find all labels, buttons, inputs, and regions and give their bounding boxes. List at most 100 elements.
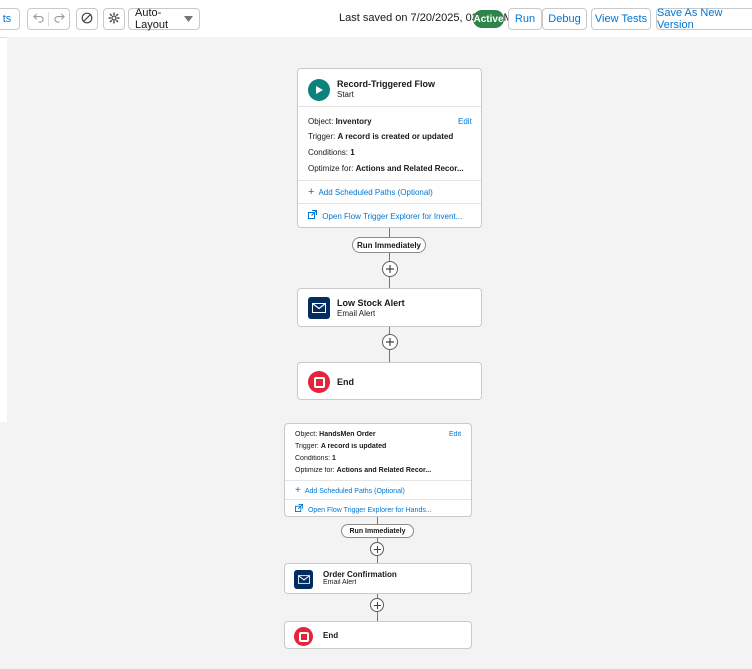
divider [298, 106, 481, 107]
connector-line [389, 327, 390, 334]
connector-line [389, 253, 390, 261]
canvas-edge [0, 420, 7, 422]
email-alert-card[interactable]: Order Confirmation Email Alert [284, 563, 472, 594]
settings-button[interactable] [103, 8, 125, 30]
start-title: Record-Triggered Flow [337, 79, 436, 89]
add-scheduled-paths-link[interactable]: + Add Scheduled Paths (Optional) [295, 485, 405, 496]
layout-select-value: Auto-Layout [135, 7, 169, 31]
alert-title: Low Stock Alert [337, 298, 405, 308]
save-as-new-version-label: Save As New Version [657, 7, 723, 31]
object-label: Object: [295, 431, 318, 438]
conditions-row: Conditions: 1 [308, 148, 355, 157]
add-element-button[interactable] [370, 542, 384, 556]
conditions-row: Conditions: 1 [295, 455, 336, 462]
redo-icon[interactable] [49, 12, 69, 26]
optimize-row: Optimize for: Actions and Related Recor.… [308, 164, 478, 173]
trigger-row: Trigger: A record is created or updated [308, 132, 453, 141]
end-label: End [337, 377, 354, 387]
cancel-button[interactable] [76, 8, 98, 30]
play-icon [308, 79, 330, 101]
object-value: Inventory [335, 117, 372, 126]
conditions-label: Conditions: [295, 455, 331, 462]
plus-icon [373, 601, 381, 609]
alert-title: Order Confirmation [323, 570, 397, 579]
connector-line [389, 277, 390, 288]
run-immediately-label: Run Immediately [341, 524, 414, 538]
add-element-button[interactable] [370, 598, 384, 612]
divider [298, 203, 481, 204]
connector-line [389, 228, 390, 237]
plus-icon [373, 545, 381, 553]
start-subtitle: Start [337, 90, 354, 99]
run-button[interactable]: Run [508, 8, 542, 30]
optimize-value: Actions and Related Recor... [355, 164, 464, 173]
optimize-label: Optimize for: [295, 467, 335, 474]
view-tests-button-label: View Tests [594, 13, 648, 25]
undo-redo-group [27, 8, 70, 30]
undo-icon[interactable] [28, 12, 48, 26]
run-button-label: Run [514, 13, 536, 25]
connector-line [377, 556, 378, 563]
open-trigger-explorer-link[interactable]: Open Flow Trigger Explorer for Invent... [308, 210, 462, 221]
debug-button[interactable]: Debug [542, 8, 587, 30]
email-alert-card[interactable]: Low Stock Alert Email Alert [297, 288, 482, 327]
connector-line [377, 612, 378, 621]
run-immediately-label: Run Immediately [352, 237, 426, 253]
plus-icon: + [308, 186, 315, 198]
plus-icon [386, 338, 394, 346]
object-label: Object: [308, 117, 334, 126]
layout-select[interactable]: Auto-Layout [128, 7, 200, 31]
add-scheduled-paths-link[interactable]: + Add Scheduled Paths (Optional) [308, 186, 433, 198]
external-link-icon [295, 504, 305, 514]
divider [285, 499, 471, 500]
add-scheduled-label: Add Scheduled Paths (Optional) [318, 188, 433, 197]
open-trigger-explorer-link[interactable]: Open Flow Trigger Explorer for Hands... [295, 504, 432, 514]
plus-icon [386, 265, 394, 273]
edit-link[interactable]: Edit [458, 117, 472, 126]
view-tests-button[interactable]: View Tests [591, 8, 651, 30]
stop-icon [308, 371, 330, 393]
left-cut-button-label: ts [2, 13, 12, 25]
open-explorer-label: Open Flow Trigger Explorer for Hands... [307, 507, 432, 514]
trigger-label: Trigger: [295, 443, 319, 450]
object-value: HandsMen Order [319, 431, 376, 438]
end-element-card[interactable]: End [284, 621, 472, 649]
toolbar: ts Auto-Layout Last saved on 7/20/2025, … [0, 0, 752, 38]
object-row: Object: Inventory [308, 117, 372, 126]
trigger-label: Trigger: [308, 132, 336, 141]
status-badge: Active [473, 10, 504, 28]
save-as-new-version-button[interactable]: Save As New Version [656, 7, 752, 31]
stop-icon [294, 627, 313, 646]
object-row: Object: HandsMen Order [295, 431, 376, 438]
start-element-card[interactable]: Record-Triggered Flow Start Object: Inve… [297, 68, 482, 228]
trigger-value: A record is updated [320, 443, 387, 450]
chevron-down-icon [184, 13, 193, 25]
conditions-value: 1 [350, 148, 355, 157]
settings-icon [108, 12, 120, 27]
left-cut-button[interactable]: ts [0, 8, 20, 30]
edit-link[interactable]: Edit [449, 431, 461, 438]
divider [298, 180, 481, 181]
open-explorer-label: Open Flow Trigger Explorer for Invent... [322, 212, 463, 221]
divider [285, 480, 471, 481]
end-element-card[interactable]: End [297, 362, 482, 400]
debug-button-label: Debug [548, 13, 581, 25]
conditions-value: 1 [331, 455, 336, 462]
trigger-value: A record is created or updated [337, 132, 454, 141]
add-element-button[interactable] [382, 261, 398, 277]
optimize-label: Optimize for: [308, 164, 354, 173]
alert-subtitle: Email Alert [323, 579, 357, 586]
optimize-row: Optimize for: Actions and Related Recor.… [295, 467, 470, 474]
conditions-label: Conditions: [308, 148, 349, 157]
alert-subtitle: Email Alert [337, 309, 376, 318]
envelope-icon [294, 570, 313, 589]
trigger-row: Trigger: A record is updated [295, 443, 386, 450]
connector-line [377, 517, 378, 524]
envelope-icon [308, 297, 330, 319]
add-element-button[interactable] [382, 334, 398, 350]
start-element-card[interactable]: Object: HandsMen Order Edit Trigger: A r… [284, 423, 472, 517]
external-link-icon [308, 210, 319, 221]
cancel-icon [81, 12, 93, 27]
plus-icon: + [295, 485, 301, 496]
end-label: End [323, 631, 339, 640]
